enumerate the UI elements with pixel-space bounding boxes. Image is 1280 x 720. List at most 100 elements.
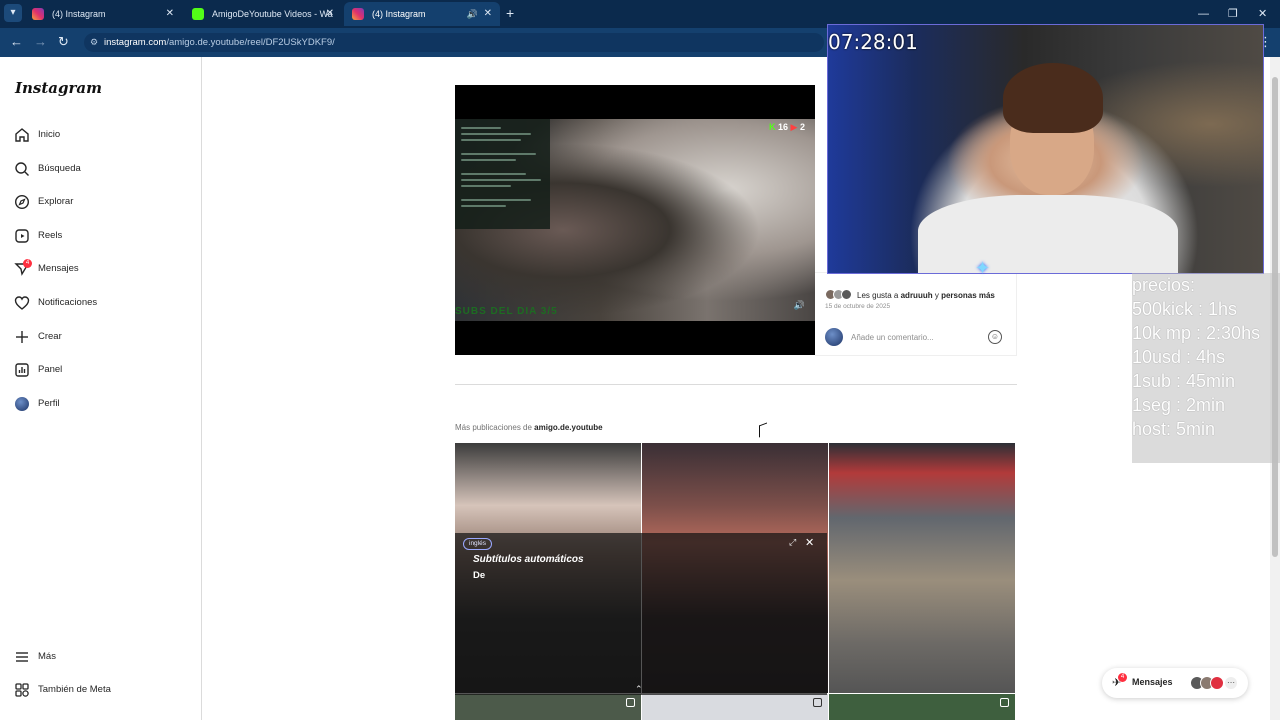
browser-tab-3[interactable]: (4) Instagram 🔊 ✕ (344, 2, 500, 26)
price-line: 10k mp : 2:30hs (1132, 323, 1261, 343)
reel-overlay-caption: SUBS DEL DIA 3/5 (455, 306, 558, 317)
instagram-icon (32, 8, 44, 20)
messages-label: Mensajes (1132, 677, 1173, 687)
url-path: /amigo.de.youtube/reel/DF2USkYDKF9/ (166, 37, 335, 48)
sidebar-item-tambien-de-meta[interactable]: También de Meta (14, 679, 194, 701)
url-field[interactable]: ⚙ instagram.com/amigo.de.youtube/reel/DF… (84, 33, 824, 52)
more-posts-prefix: Más publicaciones de (455, 423, 532, 432)
comment-input[interactable]: Añade un comentario... (851, 333, 934, 342)
streamer-webcam-overlay (827, 24, 1264, 274)
captions-title: Subtítulos automáticos (473, 554, 584, 565)
sidebar-item-mas[interactable]: Más (14, 646, 194, 668)
messages-floating-button[interactable]: ✈ 4 Mensajes ⋯ (1102, 668, 1248, 698)
price-line: 500kick : 1hs (1132, 299, 1238, 319)
likes-summary[interactable]: Les gusta a adruuuh y personas más (857, 291, 995, 300)
section-divider (455, 384, 1017, 385)
menu-icon (16, 652, 28, 662)
compass-icon (14, 194, 30, 210)
sidebar-item-label: También de Meta (38, 684, 111, 695)
sidebar-item-reels[interactable]: Reels (14, 225, 194, 247)
post-thumbnail[interactable] (829, 443, 1015, 693)
post-thumbnail[interactable] (455, 694, 641, 720)
likes-join: y (934, 291, 939, 300)
new-tab-button[interactable]: + (506, 4, 514, 22)
price-line: 1sub : 45min (1132, 371, 1236, 391)
sidebar-item-label: Inicio (38, 129, 61, 140)
search-icon (15, 162, 29, 176)
sidebar-item-panel[interactable]: Panel (14, 359, 194, 381)
close-tab-icon[interactable]: ✕ (484, 2, 492, 26)
caption-language-pill[interactable]: inglés (463, 538, 492, 550)
tab-search-button[interactable]: ▾ (4, 4, 22, 22)
instagram-logo[interactable]: Instagram (15, 79, 102, 97)
forward-icon[interactable]: → (34, 34, 47, 50)
instagram-sidebar: Instagram Inicio Búsqueda Explorar Reels… (0, 57, 202, 720)
reload-icon[interactable]: ↻ (58, 34, 69, 50)
carousel-icon (626, 698, 635, 707)
instagram-icon (352, 8, 364, 20)
volume-icon[interactable]: 🔊 (794, 300, 805, 311)
url-host: instagram.com (104, 37, 167, 48)
browser-tab-1[interactable]: (4) Instagram ✕ (24, 2, 182, 26)
avatar (1210, 676, 1224, 690)
youtube-icon: ▶ (790, 122, 798, 132)
sidebar-item-busqueda[interactable]: Búsqueda (14, 158, 194, 180)
close-icon[interactable]: ✕ (805, 536, 814, 549)
avatar (825, 328, 843, 346)
sidebar-item-label: Crear (38, 331, 62, 342)
captions-text: De (473, 570, 486, 581)
sidebar-item-crear[interactable]: Crear (14, 326, 194, 348)
emoji-icon[interactable]: ☺ (988, 330, 1002, 344)
home-icon (15, 128, 29, 142)
mouse-cursor-icon (759, 422, 767, 438)
price-line: 1seg : 2min (1132, 395, 1226, 415)
sidebar-item-label: Notificaciones (38, 297, 98, 308)
sidebar-item-label: Búsqueda (38, 163, 81, 174)
avatar (15, 397, 29, 411)
carousel-icon (1000, 698, 1009, 707)
stream-price-list: precios: 500kick : 1hs 10k mp : 2:30hs 1… (1132, 273, 1280, 463)
chart-icon (15, 363, 29, 377)
heart-icon (14, 296, 30, 310)
post-thumbnail[interactable] (829, 694, 1015, 720)
notification-badge: 4 (23, 259, 32, 268)
sidebar-item-inicio[interactable]: Inicio (14, 124, 194, 146)
browser-tab-2[interactable]: AmigoDeYoutube Videos - Wa ✕ (184, 2, 342, 26)
reels-icon (15, 229, 29, 243)
tab-title: (4) Instagram (372, 9, 426, 19)
expand-icon[interactable]: ⤢ (789, 537, 796, 548)
sidebar-item-label: Más (38, 651, 56, 662)
live-captions-panel[interactable]: inglés ⤢ ✕ Subtítulos automáticos De ⌃ (455, 533, 827, 695)
stream-timer: 07:28:01 (828, 30, 918, 54)
close-tab-icon[interactable]: ✕ (326, 2, 334, 26)
sidebar-item-explorar[interactable]: Explorar (14, 191, 194, 213)
sidebar-item-label: Reels (38, 230, 63, 241)
chevron-up-icon[interactable]: ⌃ (635, 684, 643, 695)
sidebar-item-label: Explorar (38, 196, 74, 207)
more-posts-heading: Más publicaciones de amigo.de.youtube (455, 423, 603, 432)
post-thumbnail[interactable] (642, 694, 828, 720)
meta-icon (15, 683, 29, 697)
more-posts-account-link[interactable]: amigo.de.youtube (534, 423, 602, 432)
reel-video-player[interactable]: K 16 ▶ 2 SUBS DEL DIA 3/5 🔊 (455, 85, 815, 355)
likes-others[interactable]: personas más (941, 291, 995, 300)
webcam-shirt (918, 195, 1178, 273)
likes-prefix: Les gusta a (857, 291, 899, 300)
price-line: host: 5min (1132, 419, 1216, 439)
sidebar-item-notificaciones[interactable]: Notificaciones (14, 292, 194, 314)
tab-title: (4) Instagram (52, 9, 106, 19)
sidebar-item-mensajes[interactable]: 4 Mensajes (14, 258, 194, 280)
close-tab-icon[interactable]: ✕ (166, 2, 174, 26)
likes-user[interactable]: adruuuh (901, 291, 933, 300)
kick-viewers: 16 (778, 122, 789, 132)
back-icon[interactable]: ← (10, 34, 23, 50)
sidebar-item-perfil[interactable]: Perfil (14, 393, 194, 415)
youtube-viewers: 2 (799, 122, 805, 132)
sidebar-item-label: Mensajes (38, 263, 79, 274)
price-line: precios: (1132, 275, 1196, 295)
speaker-icon[interactable]: 🔊 (467, 2, 478, 26)
price-line: 10usd : 4hs (1132, 347, 1226, 367)
kick-icon: K (769, 122, 776, 132)
stream-logo-icon: ✦ (975, 258, 992, 278)
site-info-icon[interactable]: ⚙ (90, 33, 98, 52)
